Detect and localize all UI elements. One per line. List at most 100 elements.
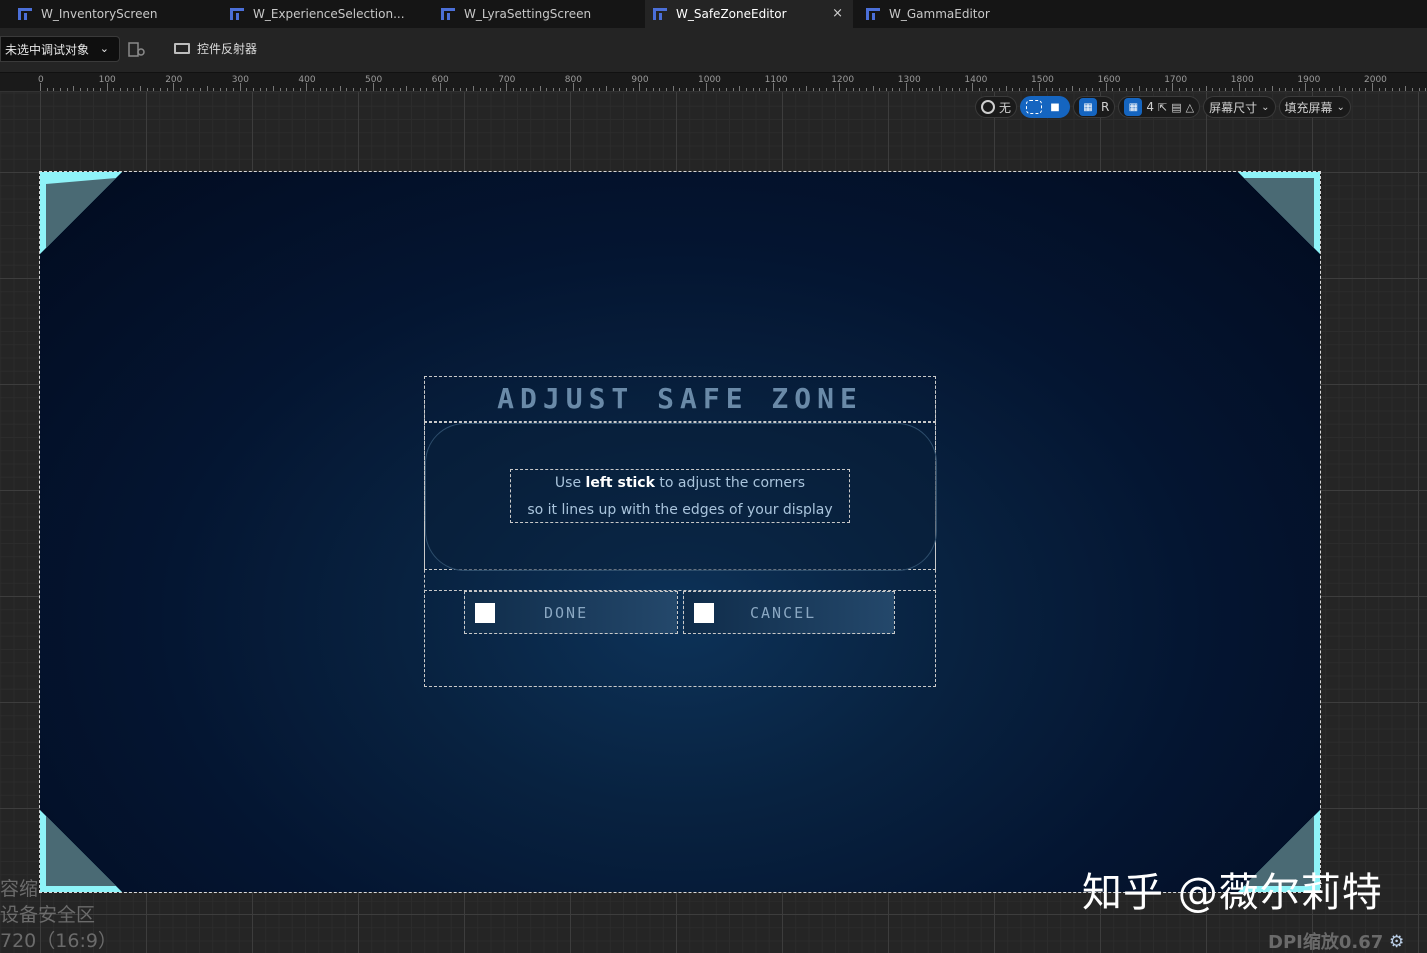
ruler-tick xyxy=(1345,88,1347,91)
ruler-tick xyxy=(333,88,335,91)
ruler-tick xyxy=(626,88,628,91)
cancel-button[interactable]: CANCEL xyxy=(683,591,895,634)
ruler-tick xyxy=(293,88,295,91)
ruler-tick xyxy=(179,88,181,91)
designer-canvas[interactable]: 无 ■ ▦ R ▦ 4 ⇱ ▤ △ 屏幕尺寸 ⌄ 填充屏幕 ⌄ ADJUST S… xyxy=(0,92,1427,953)
ruler-label: 1600 xyxy=(1097,75,1121,85)
ruler-label: 1300 xyxy=(897,75,921,85)
ruler-label: 1200 xyxy=(831,75,855,85)
description-line-1: Use left stick to adjust the corners xyxy=(511,470,849,497)
ruler-tick xyxy=(1078,88,1080,91)
gear-icon[interactable]: ⚙ xyxy=(1389,932,1404,952)
ruler-label: 1700 xyxy=(1164,75,1188,85)
ruler-label: 2000 xyxy=(1364,75,1387,85)
localization-preview-button[interactable]: 无 xyxy=(975,96,1018,118)
ruler-tick xyxy=(559,88,561,91)
ruler-tick xyxy=(639,83,641,91)
ruler-tick xyxy=(1378,88,1380,91)
ruler-tick xyxy=(852,88,854,91)
ruler-tick xyxy=(1212,88,1214,91)
ruler-tick xyxy=(646,88,648,91)
ruler-tick xyxy=(40,83,41,91)
done-button[interactable]: DONE xyxy=(464,591,678,634)
tab-inventory-screen[interactable]: W_InventoryScreen xyxy=(18,0,218,28)
ruler-tick xyxy=(1032,88,1034,91)
ruler-tick xyxy=(1205,86,1207,91)
tab-label: W_SafeZoneEditor xyxy=(676,7,787,21)
ruler-tick xyxy=(1365,88,1367,91)
ruler-tick xyxy=(1152,88,1154,91)
image-icon[interactable]: ▤ xyxy=(1171,101,1181,114)
gamepad-key-icon xyxy=(694,603,714,623)
ruler-tick xyxy=(79,88,81,91)
lock-icon: ■ xyxy=(1046,98,1065,116)
globe-icon xyxy=(981,100,995,114)
ruler-tick xyxy=(899,88,901,91)
corner-top-left-handle[interactable] xyxy=(40,172,122,254)
ruler-tick xyxy=(486,88,488,91)
widget-reflector-button[interactable]: 控件反射器 xyxy=(174,40,257,57)
ruler-tick xyxy=(905,83,907,91)
tab-lyra-setting-screen[interactable]: W_LyraSettingScreen xyxy=(441,0,641,28)
ruler-tick xyxy=(932,88,934,91)
ruler-tick xyxy=(66,88,68,91)
corner-top-right-handle[interactable] xyxy=(1238,172,1320,254)
ruler-tick xyxy=(1292,88,1294,91)
browse-folder-icon[interactable] xyxy=(128,41,146,57)
ruler-tick xyxy=(133,88,135,91)
ruler-tick xyxy=(972,83,974,91)
ruler-tick xyxy=(1225,88,1227,91)
chevron-down-icon: ⌄ xyxy=(1336,101,1345,113)
ruler-tick xyxy=(153,88,155,91)
tab-safe-zone-editor[interactable]: W_SafeZoneEditor × xyxy=(645,0,853,28)
fill-screen-dropdown[interactable]: 填充屏幕 ⌄ xyxy=(1278,96,1351,118)
ruler-tick xyxy=(1258,88,1260,91)
grid-snap-toggle[interactable]: ▦ 4 ⇱ ▤ △ xyxy=(1118,96,1201,118)
close-tab-icon[interactable]: × xyxy=(832,6,843,21)
ruler-tick xyxy=(539,86,541,91)
safe-zone-toggle[interactable]: ■ xyxy=(1020,96,1071,118)
device-info-overlay: 容缩 设备安全区 720（16:9） xyxy=(0,876,117,953)
text-run: to adjust the corners xyxy=(654,475,806,491)
ruler-tick xyxy=(313,88,315,91)
ruler-tick xyxy=(572,83,574,91)
ruler-tick xyxy=(992,88,994,91)
screen-size-label: 屏幕尺寸 xyxy=(1209,100,1258,115)
ruler-tick xyxy=(739,86,741,91)
ruler-tick xyxy=(925,88,927,91)
tab-bar: W_InventoryScreen W_ExperienceSelection.… xyxy=(0,0,1427,28)
ruler-tick xyxy=(599,88,601,91)
select-cursor-icon[interactable]: ⇱ xyxy=(1158,101,1167,114)
r-label: R xyxy=(1101,100,1110,114)
ruler-tick xyxy=(765,88,767,91)
watermark: 知乎 @薇尔莉特 xyxy=(1082,870,1383,916)
ruler-tick xyxy=(1052,88,1054,91)
ruler-tick xyxy=(1418,88,1420,91)
ruler-tick xyxy=(472,86,474,91)
ruler-tick xyxy=(1145,88,1147,91)
tab-experience-selection[interactable]: W_ExperienceSelection... xyxy=(230,0,430,28)
screen-size-dropdown[interactable]: 屏幕尺寸 ⌄ xyxy=(1203,96,1276,118)
ruler-tick xyxy=(666,88,668,91)
debug-target-dropdown[interactable]: 未选中调试对象 ⌄ xyxy=(0,36,120,62)
ruler-tick xyxy=(392,88,394,91)
respect-locks-toggle[interactable]: ▦ R xyxy=(1073,96,1116,118)
tab-gamma-editor[interactable]: W_GammaEditor xyxy=(866,0,1066,28)
ruler-tick xyxy=(912,88,914,91)
ruler-tick xyxy=(945,88,947,91)
ruler-label: 1400 xyxy=(964,75,988,85)
ruler-tick xyxy=(246,88,248,91)
ruler-tick xyxy=(652,88,654,91)
viewport-toolbar: 无 ■ ▦ R ▦ 4 ⇱ ▤ △ 屏幕尺寸 ⌄ 填充屏幕 ⌄ xyxy=(975,95,1351,119)
ruler-tick xyxy=(1005,86,1007,91)
ruler-tick xyxy=(1112,88,1114,91)
widget-blueprint-icon xyxy=(18,8,32,20)
ruler-tick xyxy=(519,88,521,91)
ruler-tick xyxy=(1272,86,1274,91)
safe-zone-preview-screen[interactable]: ADJUST SAFE ZONE Use left stick to adjus… xyxy=(39,171,1321,893)
ruler-tick xyxy=(479,88,481,91)
flip-icon[interactable]: △ xyxy=(1186,101,1194,114)
ruler-tick xyxy=(139,86,141,91)
ruler-tick xyxy=(819,88,821,91)
ruler-tick xyxy=(659,88,661,91)
